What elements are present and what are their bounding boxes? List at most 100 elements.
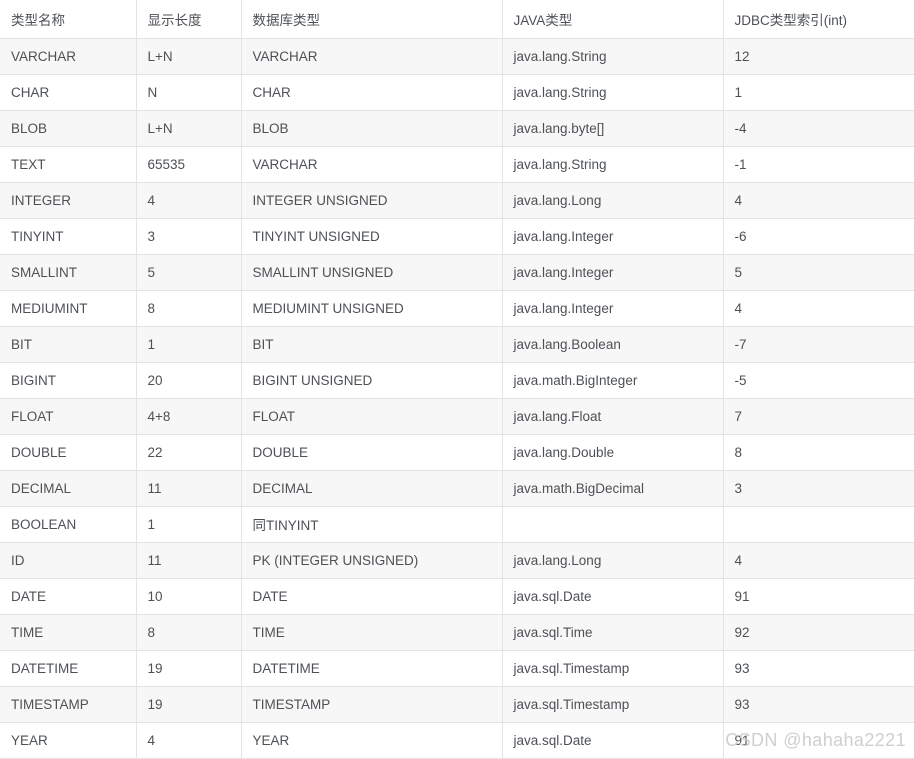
table-header: 类型名称 显示长度 数据库类型 JAVA类型 JDBC类型索引(int) <box>0 0 914 39</box>
cell-type-name: DATE <box>0 578 137 615</box>
table-row: BOOLEAN 1 同TINYINT <box>0 506 914 543</box>
cell-type-name: BOOLEAN <box>0 506 137 543</box>
cell-jdbc-index: 4 <box>723 182 914 219</box>
cell-java-type: java.sql.Date <box>502 578 724 615</box>
table-row: BIGINT 20 BIGINT UNSIGNED java.math.BigInte… <box>0 362 914 399</box>
cell-display-length: 22 <box>136 434 242 471</box>
column-header-java-type: JAVA类型 <box>502 0 724 39</box>
cell-jdbc-index: 7 <box>723 398 914 435</box>
cell-java-type: java.lang.Boolean <box>502 326 724 363</box>
cell-display-length: 1 <box>136 326 242 363</box>
table-row: TIMESTAMP 19 TIMESTAMP java.sql.Timestamp 93 <box>0 686 914 723</box>
cell-type-name: MEDIUMINT <box>0 290 137 327</box>
table-row: DATETIME 19 DATETIME java.sql.Timestamp 93 <box>0 650 914 687</box>
cell-java-type: java.sql.Timestamp <box>502 686 724 723</box>
table-row: YEAR 4 YEAR java.sql.Date 91 <box>0 722 914 759</box>
cell-type-name: SMALLINT <box>0 254 137 291</box>
type-mapping-table: 类型名称 显示长度 数据库类型 JAVA类型 JDBC类型索引(int) VAR… <box>0 0 914 759</box>
table-row: DATE 10 DATE java.sql.Date 91 <box>0 578 914 615</box>
cell-jdbc-index: 92 <box>723 614 914 651</box>
column-header-jdbc-index: JDBC类型索引(int) <box>723 0 914 39</box>
mysql-java-type-mapping-table-container: 类型名称 显示长度 数据库类型 JAVA类型 JDBC类型索引(int) VAR… <box>0 0 914 759</box>
cell-jdbc-index: -4 <box>723 110 914 147</box>
cell-db-type: TIME <box>241 614 503 651</box>
cell-db-type: TIMESTAMP <box>241 686 503 723</box>
cell-java-type: java.lang.Integer <box>502 290 724 327</box>
cell-db-type: BIGINT UNSIGNED <box>241 362 503 399</box>
cell-jdbc-index: -5 <box>723 362 914 399</box>
cell-java-type: java.lang.Float <box>502 398 724 435</box>
cell-java-type: java.math.BigInteger <box>502 362 724 399</box>
cell-type-name: FLOAT <box>0 398 137 435</box>
cell-type-name: BIT <box>0 326 137 363</box>
cell-db-type: DECIMAL <box>241 470 503 507</box>
cell-jdbc-index: 93 <box>723 650 914 687</box>
table-row: ID 11 PK (INTEGER UNSIGNED) java.lang.Long 4 <box>0 542 914 579</box>
cell-java-type: java.lang.Long <box>502 182 724 219</box>
cell-jdbc-index: 5 <box>723 254 914 291</box>
cell-java-type: java.lang.Long <box>502 542 724 579</box>
cell-display-length: 20 <box>136 362 242 399</box>
cell-jdbc-index: 3 <box>723 470 914 507</box>
table-row: INTEGER 4 INTEGER UNSIGNED java.lang.Long 4 <box>0 182 914 219</box>
cell-java-type: java.lang.Integer <box>502 254 724 291</box>
cell-jdbc-index: -1 <box>723 146 914 183</box>
cell-jdbc-index: -6 <box>723 218 914 255</box>
cell-type-name: TIMESTAMP <box>0 686 137 723</box>
cell-display-length: 19 <box>136 686 242 723</box>
table-row: VARCHAR L+N VARCHAR java.lang.String 12 <box>0 38 914 75</box>
cell-db-type: CHAR <box>241 74 503 111</box>
cell-jdbc-index: 91 <box>723 578 914 615</box>
cell-display-length: 65535 <box>136 146 242 183</box>
cell-db-type: FLOAT <box>241 398 503 435</box>
cell-db-type: PK (INTEGER UNSIGNED) <box>241 542 503 579</box>
cell-jdbc-index: 1 <box>723 74 914 111</box>
cell-db-type: YEAR <box>241 722 503 759</box>
cell-java-type <box>502 506 724 543</box>
table-row: DECIMAL 11 DECIMAL java.math.BigDecimal 3 <box>0 470 914 507</box>
cell-jdbc-index: 8 <box>723 434 914 471</box>
cell-db-type: 同TINYINT <box>241 506 503 543</box>
cell-type-name: BLOB <box>0 110 137 147</box>
table-row: DOUBLE 22 DOUBLE java.lang.Double 8 <box>0 434 914 471</box>
cell-db-type: DATE <box>241 578 503 615</box>
cell-jdbc-index: 4 <box>723 290 914 327</box>
cell-type-name: DOUBLE <box>0 434 137 471</box>
cell-display-length: 8 <box>136 614 242 651</box>
cell-type-name: TIME <box>0 614 137 651</box>
cell-db-type: DATETIME <box>241 650 503 687</box>
table-row: TEXT 65535 VARCHAR java.lang.String -1 <box>0 146 914 183</box>
cell-java-type: java.lang.Integer <box>502 218 724 255</box>
column-header-db-type: 数据库类型 <box>241 0 503 39</box>
cell-db-type: SMALLINT UNSIGNED <box>241 254 503 291</box>
cell-db-type: INTEGER UNSIGNED <box>241 182 503 219</box>
cell-java-type: java.lang.String <box>502 146 724 183</box>
cell-db-type: MEDIUMINT UNSIGNED <box>241 290 503 327</box>
cell-type-name: DATETIME <box>0 650 137 687</box>
cell-display-length: 1 <box>136 506 242 543</box>
cell-java-type: java.math.BigDecimal <box>502 470 724 507</box>
cell-type-name: YEAR <box>0 722 137 759</box>
cell-display-length: 11 <box>136 470 242 507</box>
cell-display-length: 4 <box>136 722 242 759</box>
cell-display-length: L+N <box>136 38 242 75</box>
cell-jdbc-index: 91 <box>723 722 914 759</box>
cell-db-type: VARCHAR <box>241 38 503 75</box>
cell-java-type: java.lang.String <box>502 38 724 75</box>
table-row: CHAR N CHAR java.lang.String 1 <box>0 74 914 111</box>
table-row: BLOB L+N BLOB java.lang.byte[] -4 <box>0 110 914 147</box>
cell-db-type: BLOB <box>241 110 503 147</box>
cell-db-type: VARCHAR <box>241 146 503 183</box>
cell-java-type: java.lang.Double <box>502 434 724 471</box>
column-header-display-length: 显示长度 <box>136 0 242 39</box>
cell-jdbc-index: -7 <box>723 326 914 363</box>
cell-type-name: ID <box>0 542 137 579</box>
cell-display-length: 4+8 <box>136 398 242 435</box>
cell-type-name: INTEGER <box>0 182 137 219</box>
cell-type-name: TINYINT <box>0 218 137 255</box>
cell-display-length: 5 <box>136 254 242 291</box>
cell-java-type: java.lang.byte[] <box>502 110 724 147</box>
table-row: TINYINT 3 TINYINT UNSIGNED java.lang.Intege… <box>0 218 914 255</box>
table-header-row: 类型名称 显示长度 数据库类型 JAVA类型 JDBC类型索引(int) <box>0 0 914 39</box>
table-row: BIT 1 BIT java.lang.Boolean -7 <box>0 326 914 363</box>
